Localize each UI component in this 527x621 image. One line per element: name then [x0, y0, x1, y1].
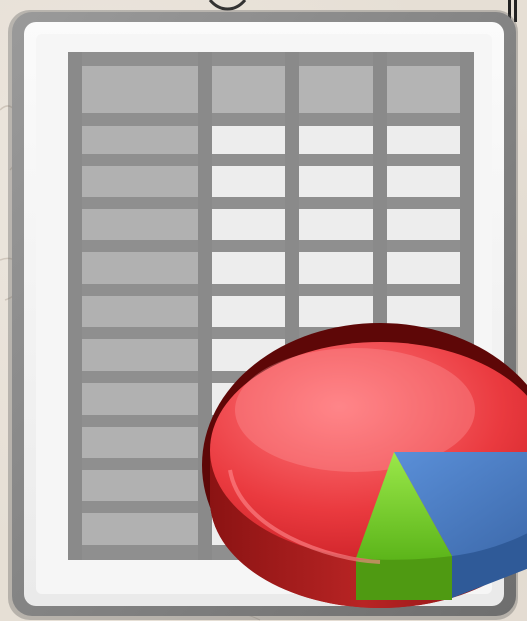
- spreadsheet-chart-icon: [8, 10, 527, 620]
